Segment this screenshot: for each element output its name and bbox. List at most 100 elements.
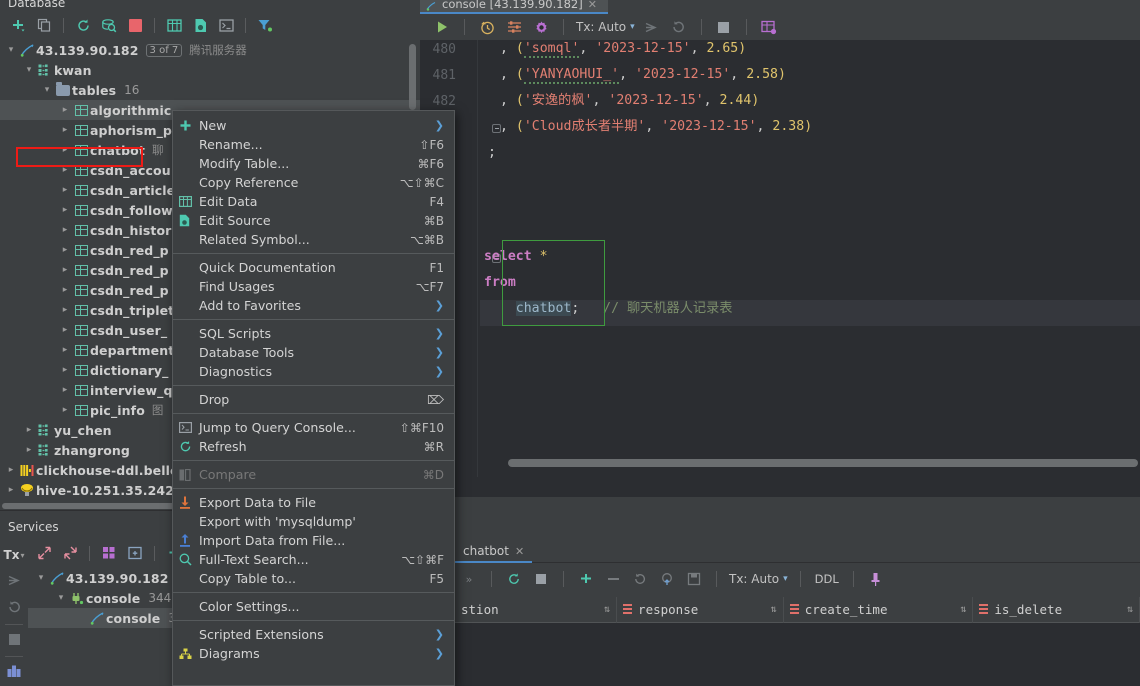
chevron-right-icon[interactable]: [58, 385, 72, 395]
tx-mode-selector[interactable]: Tx: Auto ▾: [574, 20, 637, 34]
chevron-right-icon[interactable]: [58, 245, 72, 255]
database-tree-horizontal-scrollbar[interactable]: [2, 503, 200, 509]
rollback-icon[interactable]: [2, 595, 26, 618]
chevron-right-icon[interactable]: [4, 465, 18, 475]
revert-selected-icon[interactable]: [655, 568, 679, 590]
layout-icon[interactable]: [2, 660, 26, 683]
menu-item-modify-table[interactable]: Modify Table... ⌘F6: [173, 154, 454, 173]
stop-square-icon[interactable]: [123, 14, 147, 36]
results-grid-body[interactable]: [455, 623, 1140, 686]
menu-item-diagrams[interactable]: Diagrams ❯: [173, 644, 454, 663]
clock-history-icon[interactable]: [475, 16, 499, 38]
menu-item-full-text-search[interactable]: Full-Text Search... ⌥⇧⌘F: [173, 550, 454, 569]
menu-item-jump-to-query-console[interactable]: Jump to Query Console... ⇧⌘F10: [173, 418, 454, 437]
chevron-right-icon[interactable]: [58, 265, 72, 275]
menu-item-add-to-favorites[interactable]: Add to Favorites ❯: [173, 296, 454, 315]
chevron-right-icon[interactable]: [22, 445, 36, 455]
menu-item-import-data-from-file[interactable]: Import Data from File...: [173, 531, 454, 550]
source-file-icon[interactable]: [188, 14, 212, 36]
menu-item-export-data-to-file[interactable]: Export Data to File: [173, 493, 454, 512]
menu-item-edit-data[interactable]: Edit Data F4: [173, 192, 454, 211]
expand-icon[interactable]: [32, 542, 56, 564]
copy-button[interactable]: [32, 14, 56, 36]
chevron-right-icon[interactable]: [58, 105, 72, 115]
results-tx-selector[interactable]: Tx: Auto ▾: [727, 572, 790, 586]
chevron-right-icon[interactable]: [58, 305, 72, 315]
collapse-icon[interactable]: [58, 542, 82, 564]
db-grid-icon[interactable]: [757, 16, 781, 38]
tree-node-43-139-90-182[interactable]: 43.139.90.182 3 of 7 腾讯服务器: [0, 40, 420, 60]
funnel-icon[interactable]: [253, 14, 277, 36]
chevron-down-icon[interactable]: [34, 573, 48, 583]
run-button[interactable]: [430, 16, 454, 38]
menu-item-diagnostics[interactable]: Diagnostics ❯: [173, 362, 454, 381]
chevron-right-icon[interactable]: [58, 165, 72, 175]
db-search-icon[interactable]: [97, 14, 121, 36]
ddl-button[interactable]: DDL: [811, 568, 843, 590]
tx-button[interactable]: Tx ▾: [2, 544, 26, 567]
refresh-button[interactable]: [502, 568, 526, 590]
chevron-right-icon[interactable]: [58, 125, 72, 135]
sort-toggle-icon[interactable]: ⇅: [596, 604, 610, 615]
new-button[interactable]: [6, 14, 30, 36]
terminal-icon[interactable]: [214, 14, 238, 36]
grid-icon[interactable]: [162, 14, 186, 36]
menu-item-quick-documentation[interactable]: Quick Documentation F1: [173, 258, 454, 277]
tab-chatbot-result[interactable]: chatbot ✕: [455, 541, 533, 563]
chevron-right-icon[interactable]: [58, 185, 72, 195]
tab-console[interactable]: console [43.139.90.182] ✕: [420, 0, 608, 14]
stop-square-icon[interactable]: [712, 16, 736, 38]
column-header-stion[interactable]: stion ⇅: [455, 596, 618, 623]
tree-node-kwan[interactable]: kwan: [0, 60, 420, 80]
sort-toggle-icon[interactable]: ⇅: [952, 604, 966, 615]
pin-icon[interactable]: [864, 568, 888, 590]
menu-item-rename[interactable]: Rename... ⇧F6: [173, 135, 454, 154]
editor-horizontal-scrollbar[interactable]: [508, 459, 1138, 467]
revert-icon[interactable]: [628, 568, 652, 590]
menu-item-related-symbol[interactable]: Related Symbol... ⌥⌘B: [173, 230, 454, 249]
sliders-icon[interactable]: [502, 16, 526, 38]
menu-item-drop[interactable]: Drop ⌦: [173, 390, 454, 409]
refresh-button[interactable]: [71, 14, 95, 36]
sort-toggle-icon[interactable]: ⇅: [763, 604, 777, 615]
code-area[interactable]: 480 481 482 , ('somql', '2023-12-15', 2.…: [420, 40, 1140, 477]
menu-item-find-usages[interactable]: Find Usages ⌥F7: [173, 277, 454, 296]
menu-item-new[interactable]: New ❯: [173, 116, 454, 135]
column-header-response[interactable]: response ⇅: [617, 596, 784, 623]
chevron-right-icon[interactable]: [58, 405, 72, 415]
stop-square-icon[interactable]: [529, 568, 553, 590]
menu-item-database-tools[interactable]: Database Tools ❯: [173, 343, 454, 362]
rollback-icon[interactable]: [667, 16, 691, 38]
menu-item-scripted-extensions[interactable]: Scripted Extensions ❯: [173, 625, 454, 644]
commit-arrow-icon[interactable]: [640, 16, 664, 38]
column-header-create_time[interactable]: create_time ⇅: [784, 596, 974, 623]
menu-item-copy-table-to[interactable]: Copy Table to... F5: [173, 569, 454, 588]
sort-toggle-icon[interactable]: ⇅: [1119, 604, 1133, 615]
chevron-right-icon[interactable]: [58, 285, 72, 295]
gear-icon[interactable]: [529, 16, 553, 38]
chevron-right-icon[interactable]: [58, 225, 72, 235]
chevron-down-icon[interactable]: [54, 593, 68, 603]
chevron-right-icon[interactable]: [4, 485, 18, 495]
chevron-down-icon[interactable]: [40, 85, 54, 95]
grid-purple-icon[interactable]: [97, 542, 121, 564]
chevron-right-icon[interactable]: [58, 345, 72, 355]
chevron-right-icon[interactable]: [58, 205, 72, 215]
menu-item-export-with-mysqldump[interactable]: Export with 'mysqldump': [173, 512, 454, 531]
chevron-right-icon[interactable]: [58, 145, 72, 155]
menu-item-color-settings[interactable]: Color Settings...: [173, 597, 454, 616]
menu-item-refresh[interactable]: Refresh ⌘R: [173, 437, 454, 456]
menu-item-edit-source[interactable]: Edit Source ⌘B: [173, 211, 454, 230]
add-row-button[interactable]: [574, 568, 598, 590]
expand-results-icon[interactable]: »: [457, 568, 481, 590]
menu-item-copy-reference[interactable]: Copy Reference ⌥⇧⌘C: [173, 173, 454, 192]
chevron-down-icon[interactable]: [4, 45, 18, 55]
save-icon[interactable]: [682, 568, 706, 590]
column-header-is_delete[interactable]: is_delete ⇅: [973, 596, 1140, 623]
chevron-down-icon[interactable]: [22, 65, 36, 75]
add-panel-icon[interactable]: [123, 542, 147, 564]
chevron-right-icon[interactable]: [22, 425, 36, 435]
tree-node-tables[interactable]: tables 16: [0, 80, 420, 100]
stop-square-icon[interactable]: [2, 628, 26, 651]
chevron-right-icon[interactable]: [58, 325, 72, 335]
